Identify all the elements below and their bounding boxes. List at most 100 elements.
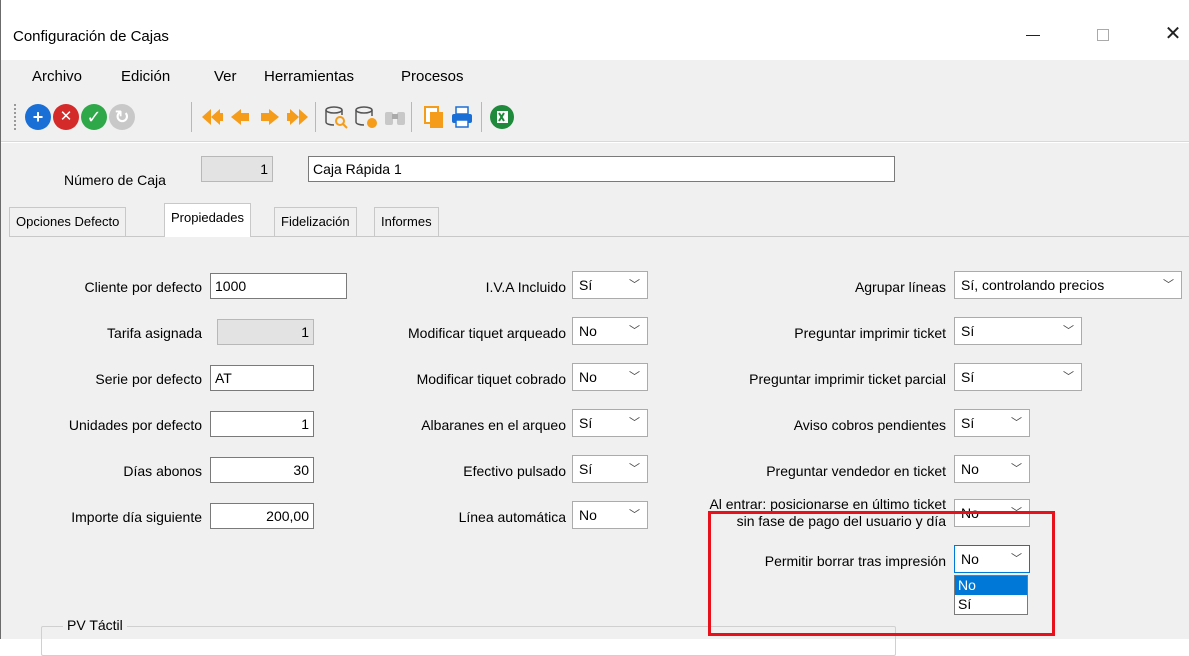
filter-database-icon[interactable] xyxy=(353,104,379,130)
preguntar-imprimir-value: Sí xyxy=(961,323,975,339)
tarifa-field[interactable]: 1 xyxy=(217,319,314,345)
chevron-down-icon: ﹀ xyxy=(1011,553,1022,565)
menu-edicion[interactable]: Edición xyxy=(121,68,170,85)
aviso-cobros-value: Sí xyxy=(961,415,975,431)
unidades-field[interactable]: 1 xyxy=(210,411,314,437)
caja-name-field[interactable]: Caja Rápida 1 xyxy=(308,156,895,182)
importe-field[interactable]: 200,00 xyxy=(210,503,314,529)
posicionarse-value: No xyxy=(961,505,979,521)
mod-cobrado-label: Modificar tiquet cobrado xyxy=(416,371,566,387)
chevron-down-icon: ﹀ xyxy=(629,371,640,383)
chevron-down-icon: ﹀ xyxy=(1011,463,1022,475)
toolbar-separator xyxy=(315,102,316,132)
toolbar: + ✕ ✓ ↻ xyxy=(1,92,1189,142)
iva-label: I.V.A Incluido xyxy=(485,279,566,295)
copy-icon[interactable] xyxy=(421,104,447,130)
aviso-cobros-label: Aviso cobros pendientes xyxy=(793,417,946,433)
agrupar-lineas-select[interactable]: Sí, controlando precios ﹀ xyxy=(954,271,1182,299)
efectivo-label: Efectivo pulsado xyxy=(463,463,566,479)
chevron-down-icon: ﹀ xyxy=(1011,417,1022,429)
permitir-borrar-label: Permitir borrar tras impresión xyxy=(764,553,946,569)
menu-ver[interactable]: Ver xyxy=(214,68,237,85)
chevron-down-icon: ﹀ xyxy=(1163,279,1174,291)
permitir-borrar-value: No xyxy=(961,551,979,567)
posicionarse-label-line2: sin fase de pago del usuario y día xyxy=(736,513,946,529)
search-database-icon[interactable] xyxy=(323,104,349,130)
preguntar-imprimir-parcial-value: Sí xyxy=(961,369,975,385)
cliente-label: Cliente por defecto xyxy=(84,279,202,295)
new-icon[interactable]: + xyxy=(25,104,51,130)
posicionarse-label: Al entrar: posicionarse en último ticket… xyxy=(601,496,946,530)
mod-cobrado-value: No xyxy=(579,369,597,385)
importe-label: Importe día siguiente xyxy=(71,509,202,525)
caja-number-field[interactable]: 1 xyxy=(201,156,273,182)
cliente-field[interactable]: 1000 xyxy=(210,273,347,299)
posicionarse-select[interactable]: No ﹀ xyxy=(954,499,1030,527)
preguntar-imprimir-select[interactable]: Sí ﹀ xyxy=(954,317,1082,345)
chevron-down-icon: ﹀ xyxy=(1063,371,1074,383)
dropdown-option-si[interactable]: Sí xyxy=(955,595,1027,614)
maximize-button[interactable] xyxy=(1083,18,1123,50)
permitir-borrar-select[interactable]: No ﹀ xyxy=(954,545,1030,573)
mod-arqueado-select[interactable]: No ﹀ xyxy=(572,317,648,345)
albaranes-value: Sí xyxy=(579,415,593,431)
chevron-down-icon: ﹀ xyxy=(1011,507,1022,519)
toolbar-grip[interactable] xyxy=(14,104,16,130)
unidades-label: Unidades por defecto xyxy=(68,417,202,433)
posicionarse-label-line1: Al entrar: posicionarse en último ticket xyxy=(709,496,946,512)
dias-abonos-field[interactable]: 30 xyxy=(210,457,314,483)
maximize-icon xyxy=(1097,29,1109,42)
binoculars-icon[interactable] xyxy=(382,104,408,130)
next-record-icon[interactable] xyxy=(257,104,283,130)
delete-icon[interactable]: ✕ xyxy=(53,104,79,130)
minimize-icon xyxy=(1026,34,1040,36)
menu-herramientas[interactable]: Herramientas xyxy=(264,68,354,85)
menu-archivo[interactable]: Archivo xyxy=(32,68,82,85)
preguntar-imprimir-parcial-select[interactable]: Sí ﹀ xyxy=(954,363,1082,391)
tarifa-label: Tarifa asignada xyxy=(107,325,202,341)
tab-fidelizacion[interactable]: Fidelización xyxy=(274,207,357,236)
dropdown-option-no[interactable]: No xyxy=(955,576,1027,595)
linea-automatica-label: Línea automática xyxy=(458,509,566,525)
agrupar-lineas-label: Agrupar líneas xyxy=(854,279,946,295)
iva-select[interactable]: Sí ﹀ xyxy=(572,271,648,299)
albaranes-label: Albaranes en el arqueo xyxy=(421,417,566,433)
chevron-down-icon: ﹀ xyxy=(629,325,640,337)
pv-tactil-groupbox xyxy=(41,626,896,656)
minimize-button[interactable] xyxy=(1013,18,1053,50)
preguntar-imprimir-label: Preguntar imprimir ticket xyxy=(794,325,946,341)
aviso-cobros-select[interactable]: Sí ﹀ xyxy=(954,409,1030,437)
pv-tactil-title: PV Táctil xyxy=(63,617,127,633)
preguntar-vendedor-select[interactable]: No ﹀ xyxy=(954,455,1030,483)
toolbar-separator xyxy=(191,102,192,132)
chevron-down-icon: ﹀ xyxy=(629,279,640,291)
serie-label: Serie por defecto xyxy=(95,371,202,387)
title-bar: Configuración de Cajas ✕ xyxy=(1,0,1189,60)
linea-automatica-value: No xyxy=(579,507,597,523)
last-record-icon[interactable] xyxy=(285,104,311,130)
tab-informes[interactable]: Informes xyxy=(374,207,439,236)
print-icon[interactable] xyxy=(449,104,475,130)
dias-abonos-label: Días abonos xyxy=(123,463,202,479)
menu-bar: Archivo Edición Ver Herramientas Proceso… xyxy=(1,60,1189,92)
chevron-down-icon: ﹀ xyxy=(1063,325,1074,337)
undo-icon[interactable]: ↻ xyxy=(109,104,135,130)
efectivo-value: Sí xyxy=(579,461,593,477)
menu-procesos[interactable]: Procesos xyxy=(401,68,464,85)
first-record-icon[interactable] xyxy=(199,104,225,130)
previous-record-icon[interactable] xyxy=(227,104,253,130)
excel-export-icon[interactable] xyxy=(489,104,515,130)
chevron-down-icon: ﹀ xyxy=(629,417,640,429)
accept-icon[interactable]: ✓ xyxy=(81,104,107,130)
tab-propiedades[interactable]: Propiedades xyxy=(164,203,251,237)
efectivo-select[interactable]: Sí ﹀ xyxy=(572,455,648,483)
albaranes-select[interactable]: Sí ﹀ xyxy=(572,409,648,437)
toolbar-separator xyxy=(411,102,412,132)
mod-arqueado-label: Modificar tiquet arqueado xyxy=(408,325,566,341)
close-icon: ✕ xyxy=(1164,23,1182,45)
close-button[interactable]: ✕ xyxy=(1153,18,1189,50)
mod-cobrado-select[interactable]: No ﹀ xyxy=(572,363,648,391)
serie-field[interactable]: AT xyxy=(210,365,314,391)
tab-opciones-defecto[interactable]: Opciones Defecto xyxy=(9,207,127,236)
toolbar-separator xyxy=(481,102,482,132)
